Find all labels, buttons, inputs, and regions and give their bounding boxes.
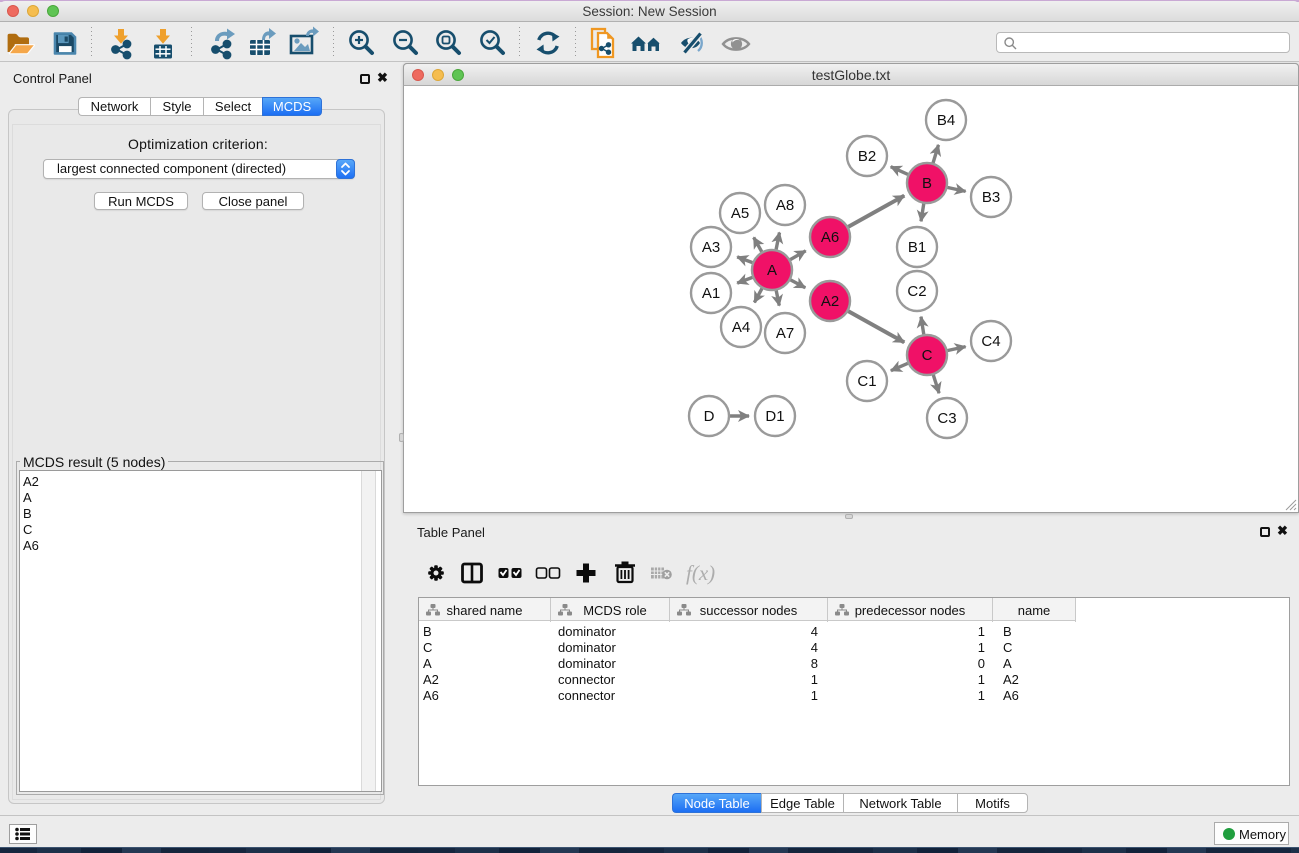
svg-text:A: A [767, 262, 777, 279]
svg-text:A5: A5 [731, 205, 749, 222]
svg-text:D1: D1 [765, 408, 784, 425]
svg-text:A1: A1 [702, 285, 720, 302]
svg-text:B2: B2 [858, 148, 876, 165]
svg-text:C4: C4 [981, 333, 1000, 350]
svg-text:C1: C1 [857, 373, 876, 390]
svg-text:A3: A3 [702, 239, 720, 256]
svg-text:B: B [922, 175, 932, 192]
svg-text:A2: A2 [821, 293, 839, 310]
svg-text:A6: A6 [821, 229, 839, 246]
svg-text:B1: B1 [908, 239, 926, 256]
svg-text:f(x): f(x) [686, 561, 715, 585]
svg-text:A8: A8 [776, 197, 794, 214]
svg-text:B3: B3 [982, 189, 1000, 206]
svg-text:B4: B4 [937, 112, 955, 129]
svg-text:C: C [922, 347, 933, 364]
svg-text:C2: C2 [907, 283, 926, 300]
svg-text:D: D [704, 408, 715, 425]
svg-text:A7: A7 [776, 325, 794, 342]
svg-text:C3: C3 [937, 410, 956, 427]
svg-text:A4: A4 [732, 319, 750, 336]
